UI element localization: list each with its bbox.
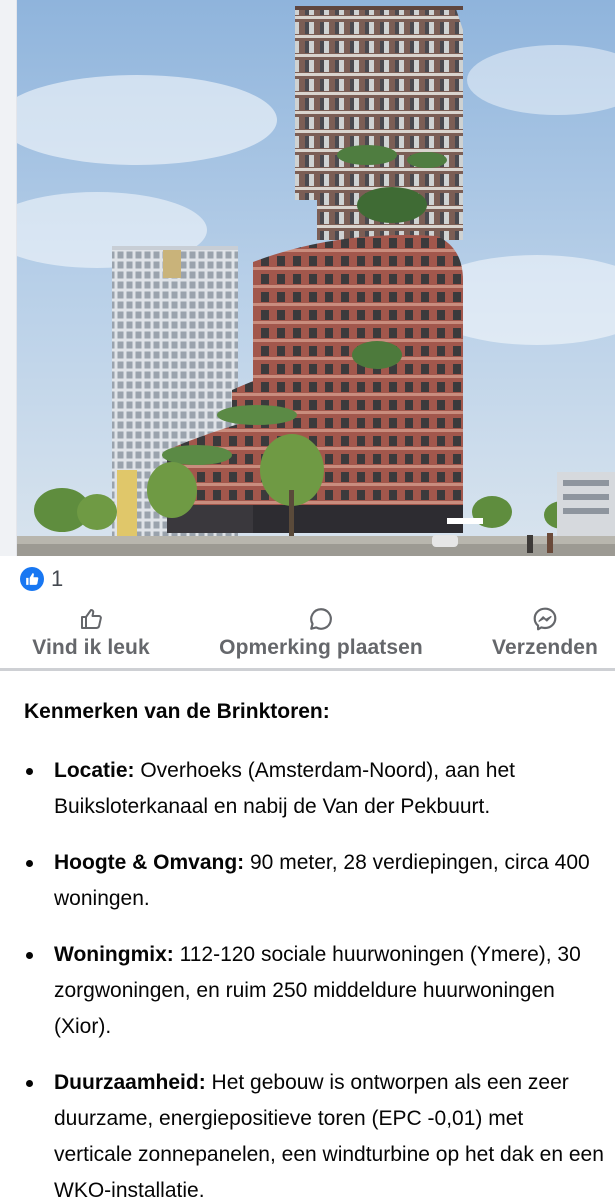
thumbs-up-icon — [79, 604, 103, 634]
section-divider — [0, 668, 615, 671]
content-heading: Kenmerken van de Brinktoren: — [24, 700, 330, 723]
reaction-count: 1 — [51, 566, 64, 591]
comment-button[interactable]: Opmerking plaatsen — [212, 604, 430, 668]
list-item: Duurzaamheid: Het gebouw is ontworpen al… — [24, 1065, 604, 1200]
list-item-term: Duurzaamheid: — [54, 1071, 206, 1094]
post-action-bar: Vind ik leuk Opmerking plaatsen Verzende… — [0, 604, 615, 668]
send-button[interactable]: Verzenden — [484, 604, 606, 668]
feed-left-edge — [0, 0, 17, 556]
like-button[interactable]: Vind ik leuk — [26, 604, 156, 668]
bullet-icon — [26, 952, 33, 959]
messenger-icon — [532, 604, 558, 634]
list-item-term: Woningmix: — [54, 943, 174, 966]
bullet-icon — [26, 860, 33, 867]
list-item-term: Locatie: — [54, 759, 135, 782]
like-button-label: Vind ik leuk — [32, 636, 150, 659]
bullet-icon — [26, 768, 33, 775]
list-item: Woningmix: 112-120 sociale huurwoningen … — [24, 937, 604, 1045]
send-button-label: Verzenden — [492, 636, 598, 659]
list-item-term: Hoogte & Omvang: — [54, 851, 245, 874]
list-item: Hoogte & Omvang: 90 meter, 28 verdieping… — [24, 845, 604, 917]
comment-bubble-icon — [308, 604, 334, 634]
reaction-summary[interactable]: 1 — [20, 565, 63, 593]
like-reaction-icon — [20, 567, 44, 591]
comment-button-label: Opmerking plaatsen — [219, 636, 423, 659]
feature-list: Locatie: Overhoeks (Amsterdam-Noord), aa… — [24, 753, 604, 1200]
bullet-icon — [26, 1080, 33, 1087]
post-image[interactable] — [17, 0, 615, 556]
list-item: Locatie: Overhoeks (Amsterdam-Noord), aa… — [24, 753, 604, 825]
